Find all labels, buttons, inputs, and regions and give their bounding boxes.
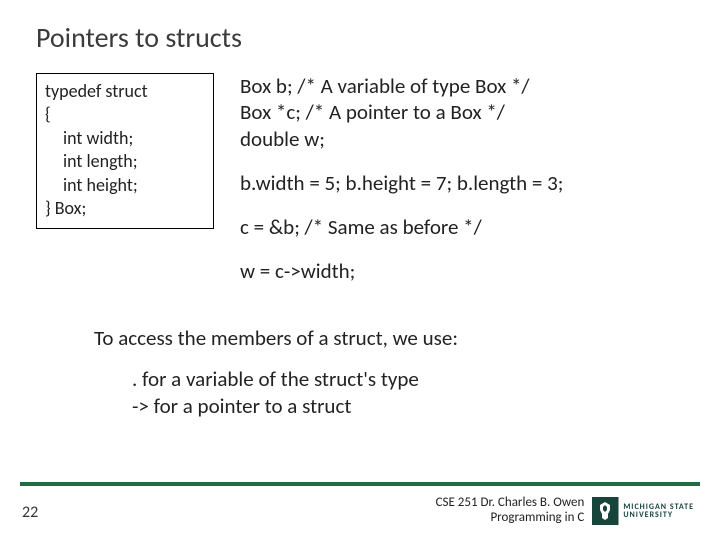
assignment-block: b.width = 5; b.height = 7; b.length = 3; — [240, 170, 690, 196]
slide-title: Pointers to structs — [36, 20, 690, 55]
msu-wordmark: MICHIGAN STATE UNIVERSITY — [618, 497, 700, 525]
slide: Pointers to structs typedef struct { int… — [0, 0, 720, 540]
right-code-block: Box b; /* A variable of type Box */ Box … — [240, 73, 690, 303]
code-line: int width; — [45, 127, 203, 150]
code-line: c = &b; /* Same as before */ — [240, 214, 690, 240]
footer-right: CSE 251 Dr. Charles B. Owen Programming … — [436, 496, 700, 526]
explain-arrow: -> for a pointer to a struct — [132, 393, 690, 420]
access-block: w = c->width; — [240, 258, 690, 284]
explain-list: . for a variable of the struct's type ->… — [132, 366, 690, 421]
footer-rule — [20, 482, 700, 486]
spartan-icon-box — [592, 497, 618, 525]
code-line: b.width = 5; b.height = 7; b.length = 3; — [240, 170, 690, 196]
code-line: } Box; — [45, 197, 203, 220]
struct-definition-box: typedef struct { int width; int length; … — [36, 73, 214, 229]
code-line: int height; — [45, 174, 203, 197]
msu-line2: UNIVERSITY — [623, 511, 694, 519]
footer-credit: CSE 251 Dr. Charles B. Owen Programming … — [436, 496, 585, 526]
top-row: typedef struct { int width; int length; … — [36, 73, 690, 303]
code-line: { — [45, 103, 203, 126]
code-line: w = c->width; — [240, 258, 690, 284]
spartan-icon — [597, 501, 613, 521]
page-number: 22 — [22, 503, 38, 522]
footer-line1: CSE 251 Dr. Charles B. Owen — [436, 496, 585, 511]
pointer-assign-block: c = &b; /* Same as before */ — [240, 214, 690, 240]
code-line: int length; — [45, 150, 203, 173]
code-line: Box *c; /* A pointer to a Box */ — [240, 99, 690, 125]
explain-intro: To access the members of a struct, we us… — [94, 325, 690, 352]
explain-dot: . for a variable of the struct's type — [132, 366, 690, 393]
code-line: typedef struct — [45, 80, 203, 103]
code-line: double w; — [240, 126, 690, 152]
declarations-block: Box b; /* A variable of type Box */ Box … — [240, 73, 690, 152]
footer-line2: Programming in C — [436, 511, 585, 526]
msu-logo: MICHIGAN STATE UNIVERSITY — [592, 497, 700, 525]
code-line: Box b; /* A variable of type Box */ — [240, 73, 690, 99]
